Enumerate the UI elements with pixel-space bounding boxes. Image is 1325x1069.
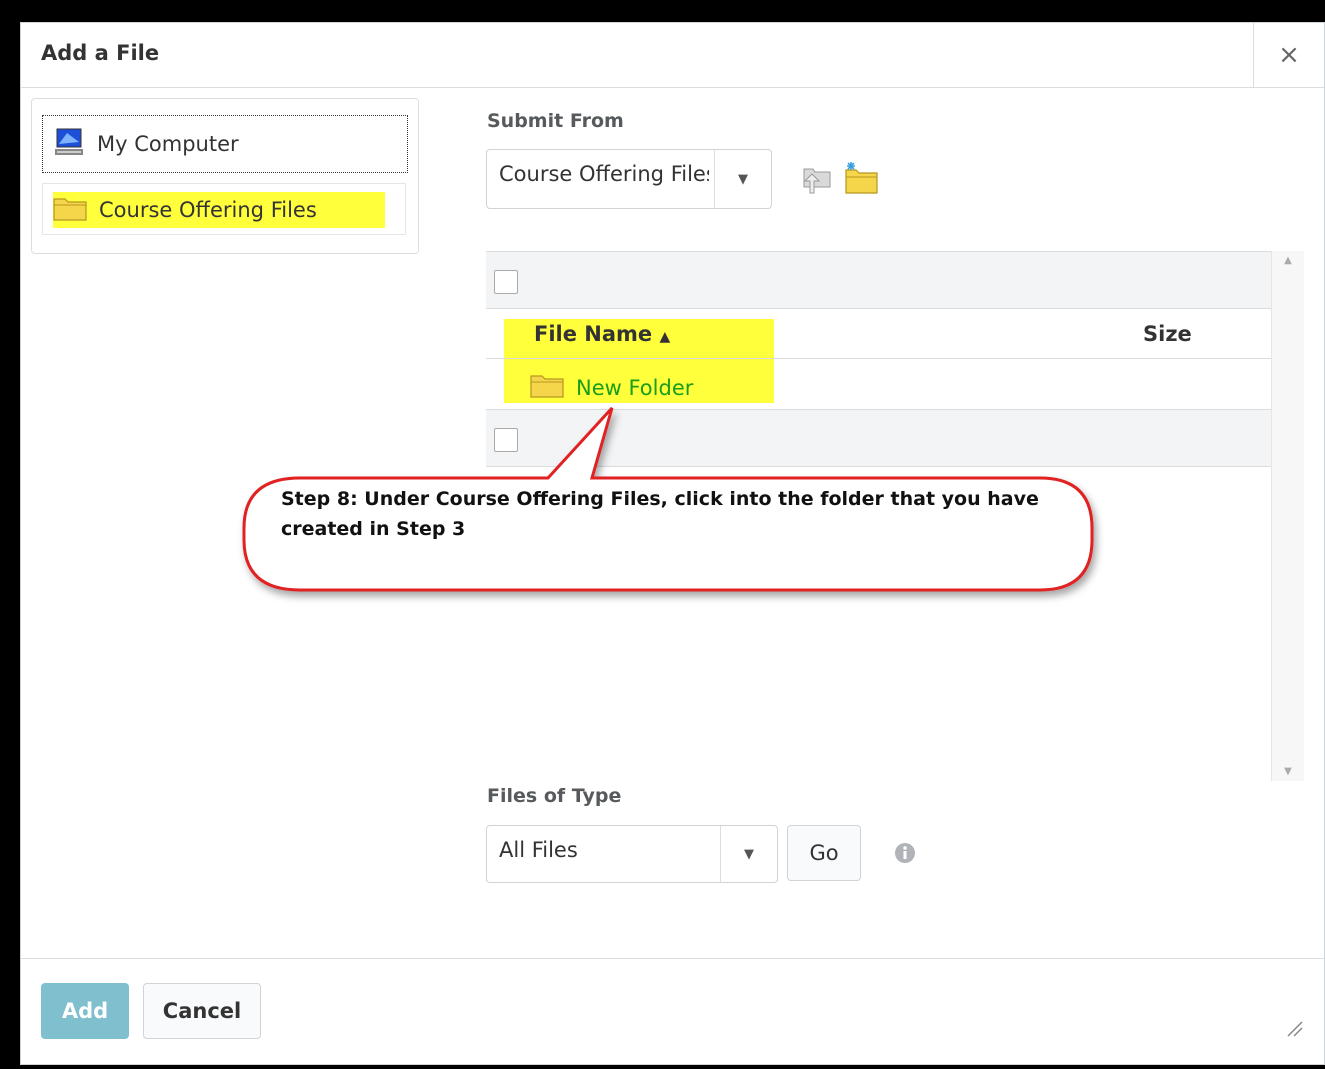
callout-text: Step 8: Under Course Offering Files, cli… — [281, 488, 1039, 540]
